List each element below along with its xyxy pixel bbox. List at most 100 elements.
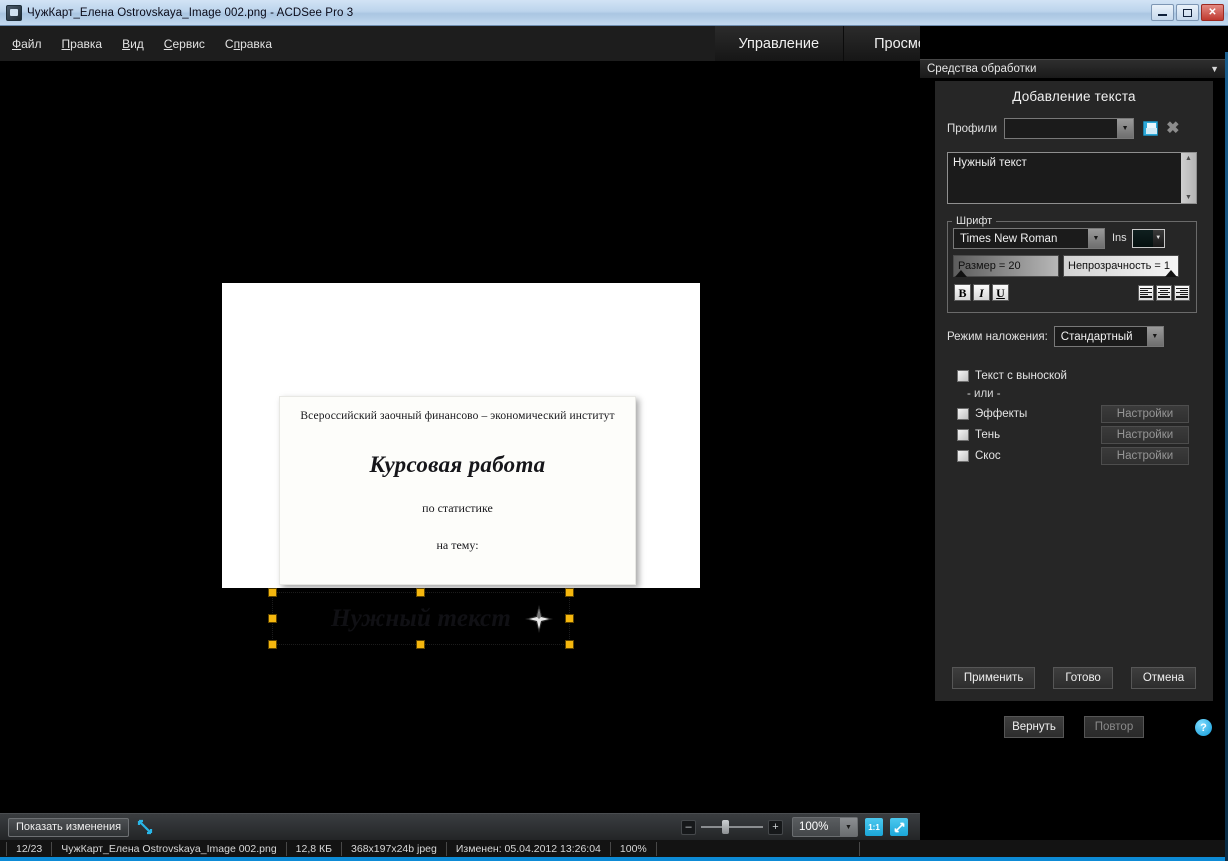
italic-button[interactable]: I [973,284,990,301]
expand-arrows-icon[interactable] [137,819,153,835]
chevron-down-icon[interactable]: ▼ [840,818,857,836]
app-icon [6,4,22,21]
panel-header-title: Средства обработки [927,63,1037,75]
zoom-slider-thumb[interactable] [722,820,729,834]
image-canvas[interactable]: Всероссийский заочный финансово – эконом… [0,61,920,813]
fit-image-icon[interactable] [890,818,908,836]
callout-option-row: Текст с выноской [957,365,1213,386]
delete-profile-icon[interactable]: ✖ [1166,120,1179,136]
font-size-slider-thumb[interactable] [955,270,967,277]
status-bar: 12/23 ЧужКарт_Елена Ostrovskaya_Image 00… [0,840,1228,857]
resize-handle-top-center[interactable] [416,588,425,597]
photo-image: Всероссийский заочный финансово – эконом… [222,283,700,588]
document-subject: по статистике [422,501,493,515]
underline-button[interactable]: U [992,284,1009,301]
menu-item-file[interactable]: Файл [12,37,42,51]
bevel-settings-button[interactable]: Настройки [1101,446,1189,465]
font-family-value: Times New Roman [960,232,1058,245]
font-family-combo[interactable]: Times New Roman ▼ [953,228,1105,249]
align-right-icon[interactable] [1174,284,1190,301]
chevron-down-icon[interactable]: ▼ [1088,229,1104,248]
chevron-down-icon[interactable]: ▼ [1152,229,1164,247]
font-sliders-row: Размер = 20 Непрозрачность = 1 [953,255,1196,277]
resize-handle-middle-right[interactable] [565,613,574,623]
status-dimensions: 368x197x24b jpeg [342,841,447,856]
zoom-level-combo[interactable]: 100% ▼ [792,817,858,837]
document-page: Всероссийский заочный финансово – эконом… [279,396,636,585]
show-changes-button[interactable]: Показать изменения [8,817,130,837]
options-section: Текст с выноской - или - Эффекты Настрой… [957,365,1213,466]
or-separator-label: - или - [967,388,1001,400]
font-group-label: Шрифт [956,215,993,227]
canvas-toolbar: Показать изменения – + 100% ▼ 1:1 [0,813,920,840]
resize-handle-bottom-center[interactable] [416,640,425,649]
menu-item-help[interactable]: Справка [225,37,272,51]
menu-item-view[interactable]: Вид [122,37,144,51]
history-buttons: Вернуть Повтор [935,716,1213,738]
blend-mode-label: Режим наложения: [947,330,1048,343]
zoom-slider-track [701,826,763,828]
resize-handle-top-left[interactable] [268,588,277,597]
chevron-down-icon[interactable]: ▼ [1117,119,1134,138]
text-input-area[interactable]: Нужный текст ▲ ▼ [947,152,1197,204]
effects-checkbox[interactable] [957,407,969,420]
align-center-icon[interactable] [1156,284,1172,301]
zoom-level-value: 100% [799,821,829,833]
text-overlay-selection[interactable]: Нужный текст [268,588,574,649]
zoom-controls: – + 100% ▼ 1:1 [681,817,920,837]
menu-item-tools[interactable]: Сервис [164,37,205,51]
document-title: Курсовая работа [369,452,546,477]
panel-header[interactable]: Средства обработки ▼ [920,59,1228,78]
resize-handle-bottom-right[interactable] [565,640,574,649]
align-left-icon[interactable] [1138,284,1154,301]
bevel-checkbox[interactable] [957,449,969,462]
save-profile-icon[interactable] [1143,121,1159,136]
effects-settings-button[interactable]: Настройки [1101,404,1189,423]
font-group: Шрифт Times New Roman ▼ Ins ▼ Размер = 2… [947,215,1197,313]
maximize-button[interactable] [1176,4,1199,21]
status-modified: Изменен: 05.04.2012 13:26:04 [447,841,611,856]
zoom-out-button[interactable]: – [681,819,696,835]
scroll-down-icon[interactable]: ▼ [1185,194,1192,201]
status-filesize: 12,8 КБ [287,841,343,856]
chevron-down-icon[interactable]: ▼ [1146,327,1163,346]
window-title: ЧужКарт_Елена Ostrovskaya_Image 002.png … [27,6,354,19]
apply-button[interactable]: Применить [951,667,1036,689]
blend-mode-combo[interactable]: Стандартный ▼ [1053,326,1164,347]
done-button[interactable]: Готово [1053,667,1113,689]
bold-button[interactable]: B [954,284,971,301]
profiles-combo[interactable]: ▼ [1004,118,1135,139]
font-color-picker[interactable]: ▼ [1131,228,1165,248]
font-opacity-label: Непрозрачность = 1 [1068,260,1171,272]
blend-mode-row: Режим наложения: Стандартный ▼ [947,326,1213,347]
shadow-settings-button[interactable]: Настройки [1101,425,1189,444]
shadow-checkbox[interactable] [957,428,969,441]
zoom-slider[interactable] [701,820,763,834]
effects-option-row: Эффекты Настройки [957,403,1213,424]
tab-manage[interactable]: Управление [715,26,844,61]
font-opacity-slider[interactable]: Непрозрачность = 1 [1063,255,1179,277]
bottom-accent-strip [0,857,1228,861]
font-size-slider[interactable]: Размер = 20 [953,255,1059,277]
ins-label: Ins [1112,232,1127,244]
zoom-in-button[interactable]: + [768,819,783,835]
alignment-buttons [1138,284,1190,301]
scroll-up-icon[interactable]: ▲ [1185,155,1192,162]
text-area-scrollbar[interactable]: ▲ ▼ [1181,153,1196,203]
menu-item-edit[interactable]: Правка [62,37,103,51]
actual-size-button[interactable]: 1:1 [865,818,883,836]
redo-button[interactable]: Повтор [1084,716,1144,738]
font-opacity-slider-thumb[interactable] [1165,270,1177,277]
resize-handle-middle-left[interactable] [268,613,277,623]
minimize-button[interactable] [1151,4,1174,21]
document-header: Всероссийский заочный финансово – эконом… [300,410,615,422]
font-style-row: B I U [954,284,1196,301]
callout-checkbox[interactable] [957,369,969,382]
undo-button[interactable]: Вернуть [1004,716,1064,738]
help-icon[interactable]: ? [1195,719,1212,736]
cancel-button[interactable]: Отмена [1130,667,1197,689]
resize-handle-top-right[interactable] [565,588,574,597]
resize-handle-bottom-left[interactable] [268,640,277,649]
move-handle-icon[interactable] [525,604,553,633]
close-button[interactable]: ✕ [1201,4,1224,21]
